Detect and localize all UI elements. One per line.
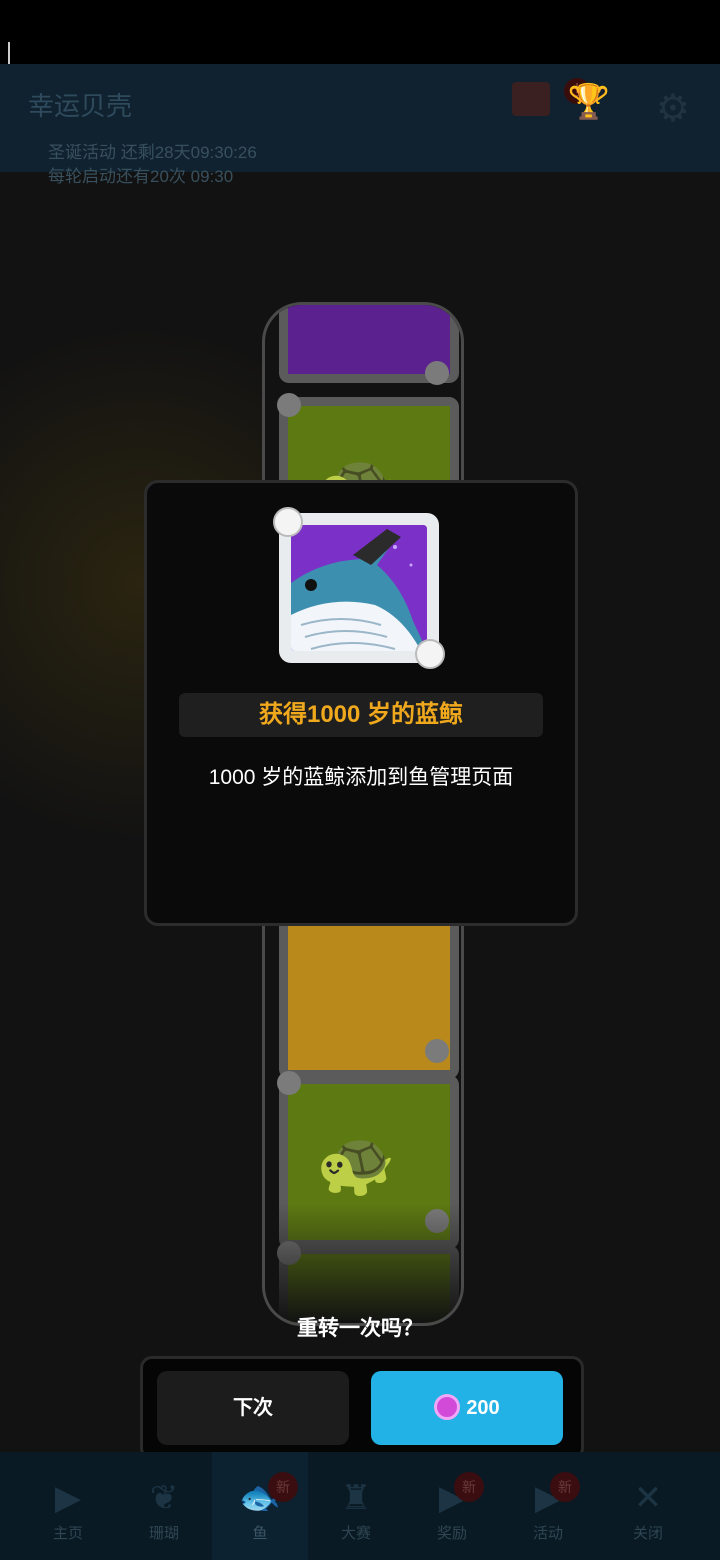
turtle-icon: 🐢 (316, 1127, 396, 1199)
shell-icon (273, 507, 303, 537)
event-countdown-2: 每轮启动还有20次 09:30 (48, 167, 234, 186)
tab-event[interactable]: ▶ 活动 新 (500, 1452, 596, 1560)
rope-knot (277, 393, 301, 417)
blue-whale-card (273, 507, 445, 669)
tab-label: 鱼 (252, 1525, 268, 1542)
reward-title: 获得1000 岁的蓝鲸 (179, 693, 543, 737)
pearl-icon (434, 1393, 461, 1420)
tab-label: 大赛 (340, 1525, 371, 1542)
status-bar (0, 0, 720, 100)
respin-button[interactable]: 200 (371, 1371, 563, 1445)
blue-whale-icon (291, 525, 427, 651)
rope-knot (425, 1039, 449, 1063)
later-button-label: 下次 (233, 1397, 273, 1419)
tab-label: 奖励 (436, 1525, 467, 1542)
event-countdown-1: 圣诞活动 还剩28天09:30:26 (48, 143, 257, 162)
tab-label: 关闭 (632, 1525, 663, 1542)
later-button[interactable]: 下次 (157, 1371, 349, 1445)
arena-icon: ♜ (340, 1479, 372, 1517)
respin-action-panel: 下次 200 (140, 1356, 584, 1460)
tab-coral[interactable]: ❦ 珊瑚 (116, 1452, 212, 1560)
rope-knot (425, 361, 449, 385)
album-icon (512, 82, 550, 116)
tab-reward[interactable]: ▶ 奖励 新 (404, 1452, 500, 1560)
play-icon: ▶ (534, 1479, 562, 1517)
respin-cost: 200 (466, 1397, 500, 1419)
reward-description: 1000 岁的蓝鲸添加到鱼管理页面 (208, 766, 514, 789)
app-title: 幸运贝壳 (28, 91, 133, 121)
tab-label: 珊瑚 (148, 1525, 179, 1542)
play-icon: ▶ (54, 1479, 82, 1517)
coral-icon: ❦ (149, 1479, 179, 1517)
bottom-tab-bar: ▶ 主页 ❦ 珊瑚 🐟 鱼 新 ♜ 大赛 ▶ 奖励 新 ▶ 活动 新 ✕ 关闭 (0, 1452, 720, 1560)
tab-home[interactable]: ▶ 主页 (20, 1452, 116, 1560)
play-icon: ▶ (438, 1479, 466, 1517)
trophy-icon: 🏆 (567, 83, 610, 121)
new-badge: 新 (454, 1472, 484, 1502)
tab-contest[interactable]: ♜ 大赛 (308, 1452, 404, 1560)
gear-icon: ⚙ (655, 88, 690, 130)
tab-fish[interactable]: 🐟 鱼 新 (212, 1452, 308, 1560)
new-badge: 新 (268, 1472, 298, 1502)
tab-close[interactable]: ✕ 关闭 (600, 1452, 696, 1560)
rope-knot (277, 1071, 301, 1095)
tab-label: 主页 (52, 1525, 83, 1542)
tab-label: 活动 (532, 1525, 563, 1542)
new-badge: 新 (550, 1472, 580, 1502)
reward-modal: 获得1000 岁的蓝鲸 1000 岁的蓝鲸添加到鱼管理页面 (144, 480, 578, 926)
shell-icon (415, 639, 445, 669)
close-icon: ✕ (633, 1479, 663, 1517)
respin-question: 重转一次吗？ (297, 1317, 423, 1340)
